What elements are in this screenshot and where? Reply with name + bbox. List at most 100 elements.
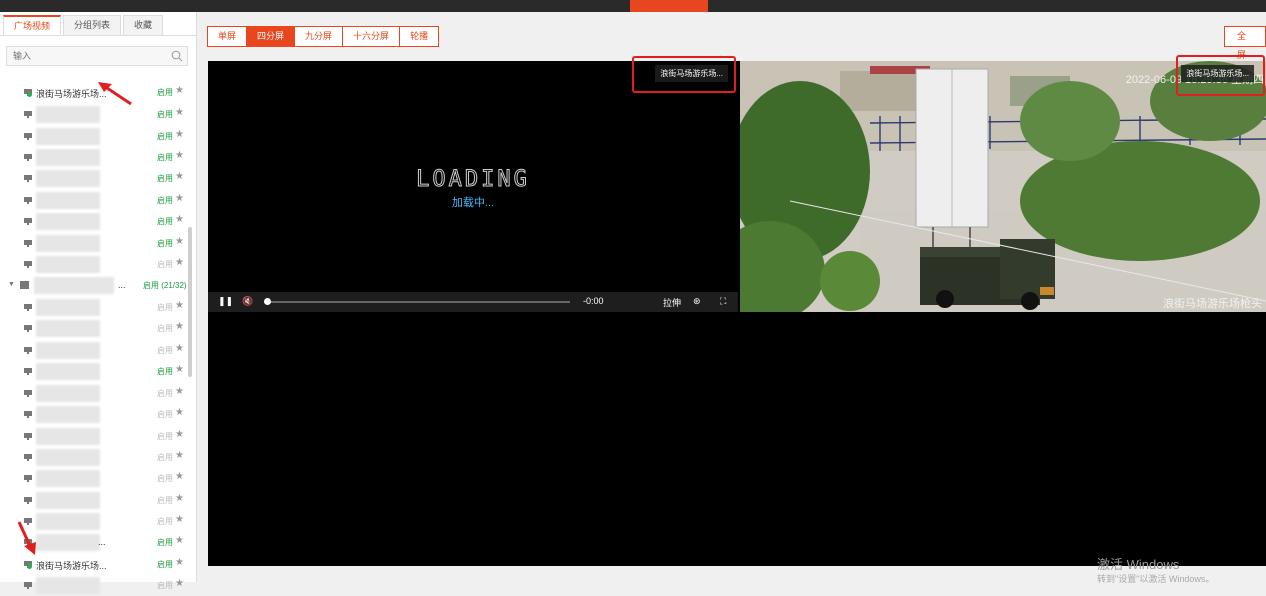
favorite-star-icon[interactable]: ★ (175, 514, 184, 525)
tree-item[interactable]: 启用 ★ (0, 211, 196, 232)
favorite-star-icon[interactable]: ★ (175, 535, 184, 546)
camera-icon (24, 454, 32, 461)
camera-icon (24, 390, 32, 397)
camera-name-blurred (36, 492, 100, 509)
video-pane-4[interactable] (740, 315, 1266, 566)
camera-name-blurred (36, 213, 100, 230)
tab-square-video[interactable]: 广场视频 (3, 15, 62, 35)
activation-watermark-hint: 转到"设置"以激活 Windows。 (1097, 574, 1215, 584)
progress-track[interactable] (267, 301, 570, 303)
favorite-star-icon[interactable]: ★ (175, 557, 184, 568)
mute-icon[interactable]: 🔇 (242, 296, 253, 307)
camera-status: 启用 (157, 496, 173, 505)
favorite-star-icon[interactable]: ★ (175, 214, 184, 225)
expand-arrow-icon[interactable]: ▼ (8, 281, 15, 288)
video-grid: 浪街马场游乐场... LOADING 加载中... ❚❚ 🔇 -0:00 拉伸 … (208, 61, 1266, 566)
tree-item[interactable]: 启用 ★ (0, 361, 196, 382)
favorite-star-icon[interactable]: ★ (175, 407, 184, 418)
sidebar-tabs: 广场视频 分组列表 收藏 (3, 15, 165, 35)
favorite-star-icon[interactable]: ★ (175, 471, 184, 482)
progress-knob[interactable] (264, 298, 271, 305)
tree-item[interactable]: 启用 ★ (0, 468, 196, 489)
favorite-star-icon[interactable]: ★ (175, 493, 184, 504)
favorite-star-icon[interactable]: ★ (175, 386, 184, 397)
camera-name-blurred (36, 235, 100, 252)
camera-name-blurred (36, 534, 100, 551)
favorite-star-icon[interactable]: ★ (175, 343, 184, 354)
online-dot (27, 92, 32, 97)
loading-text: LOADING (416, 167, 530, 193)
annotation-box-2 (1176, 55, 1265, 96)
camera-icon (24, 261, 32, 268)
tree-item[interactable]: 启用 ★ (0, 383, 196, 404)
tree-item[interactable]: 启用 ★ (0, 447, 196, 468)
time-readout: -0:00 (583, 296, 604, 306)
favorite-star-icon[interactable]: ★ (175, 193, 184, 204)
search-icon[interactable] (171, 50, 183, 62)
favorite-star-icon[interactable]: ★ (175, 171, 184, 182)
camera-status: 启用 (157, 560, 173, 569)
favorite-star-icon[interactable]: ★ (175, 450, 184, 461)
tree-item[interactable]: 启用 ★ (0, 340, 196, 361)
camera-status: 启用 (157, 410, 173, 419)
video-pane-3[interactable] (208, 315, 738, 566)
tree-item[interactable]: 浪街马场游乐场... 启用 ★ (0, 554, 196, 575)
favorite-star-icon[interactable]: ★ (175, 107, 184, 118)
layout-carousel-button[interactable]: 轮播 (400, 26, 440, 47)
pause-icon[interactable]: ❚❚ (218, 296, 233, 307)
tree-item[interactable]: 启用 ★ (0, 254, 196, 275)
top-bar (0, 0, 1266, 12)
tree-item[interactable]: 启用 ★ (0, 147, 196, 168)
tree-item[interactable]: 启用 ★ (0, 404, 196, 425)
layout-single-button[interactable]: 单屏 (207, 26, 248, 47)
tab-favorites[interactable]: 收藏 (123, 15, 164, 35)
favorite-star-icon[interactable]: ★ (175, 257, 184, 268)
layout-nine-button[interactable]: 九分屏 (295, 26, 344, 47)
favorite-star-icon[interactable]: ★ (175, 364, 184, 375)
favorite-star-icon[interactable]: ★ (175, 578, 184, 589)
search-box (6, 46, 188, 66)
tree-item[interactable]: 启用 ★ (0, 575, 196, 596)
favorite-star-icon[interactable]: ★ (175, 236, 184, 247)
layout-four-button[interactable]: 四分屏 (247, 26, 296, 47)
favorite-star-icon[interactable]: ★ (175, 300, 184, 311)
camera-icon (24, 582, 32, 589)
active-nav-indicator[interactable] (630, 0, 708, 12)
tree-item[interactable]: 启用 ★ (0, 318, 196, 339)
tree-item[interactable]: 启用 ★ (0, 168, 196, 189)
fullscreen-button[interactable]: 全屏 (1224, 26, 1266, 60)
favorite-star-icon[interactable]: ★ (175, 150, 184, 161)
sidebar-scrollbar[interactable] (188, 227, 192, 377)
favorite-star-icon[interactable]: ★ (175, 429, 184, 440)
video-pane-1[interactable]: 浪街马场游乐场... LOADING 加载中... ❚❚ 🔇 -0:00 拉伸 … (208, 61, 738, 312)
camera-icon (24, 175, 32, 182)
fullscreen-icon[interactable]: ⛶ (720, 296, 726, 307)
annotation-arrow-2 (17, 521, 36, 555)
camera-name-blurred (36, 320, 100, 337)
camera-icon (24, 325, 32, 332)
search-input[interactable] (13, 50, 163, 62)
tree-item[interactable]: 启用 ★ (0, 126, 196, 147)
camera-status: 启用 (157, 88, 173, 97)
tab-group-list[interactable]: 分组列表 (63, 15, 122, 35)
camera-status: 启用 (157, 153, 173, 162)
stretch-button[interactable]: 拉伸 (663, 296, 681, 309)
tree-item[interactable]: 启用 ★ (0, 233, 196, 254)
tree-item[interactable]: 启用 ★ (0, 297, 196, 318)
snapshot-icon[interactable]: ⊛ (693, 296, 701, 307)
camera-status: 启用 (157, 260, 173, 269)
layout-sixteen-button[interactable]: 十六分屏 (343, 26, 401, 47)
favorite-star-icon[interactable]: ★ (175, 321, 184, 332)
tree-item[interactable]: 启用 ★ (0, 426, 196, 447)
camera-status: 启用 (157, 303, 173, 312)
video-pane-2[interactable]: 2022-06-09 18:29:36 星期四 浪街马场游乐场... 浪街马场游… (740, 61, 1266, 312)
camera-name-blurred (36, 149, 100, 166)
tree-item[interactable]: 启用 ★ (0, 490, 196, 511)
favorite-star-icon[interactable]: ★ (175, 85, 184, 96)
tree-item[interactable]: 启用 ★ (0, 190, 196, 211)
favorite-star-icon[interactable]: ★ (175, 129, 184, 140)
camera-name: 浪街马场游乐场... (36, 561, 107, 571)
group-icon (20, 281, 29, 289)
annotation-arrow-1 (98, 82, 132, 106)
tree-group-row[interactable]: ▼... 启用 (21/32) (0, 275, 196, 296)
